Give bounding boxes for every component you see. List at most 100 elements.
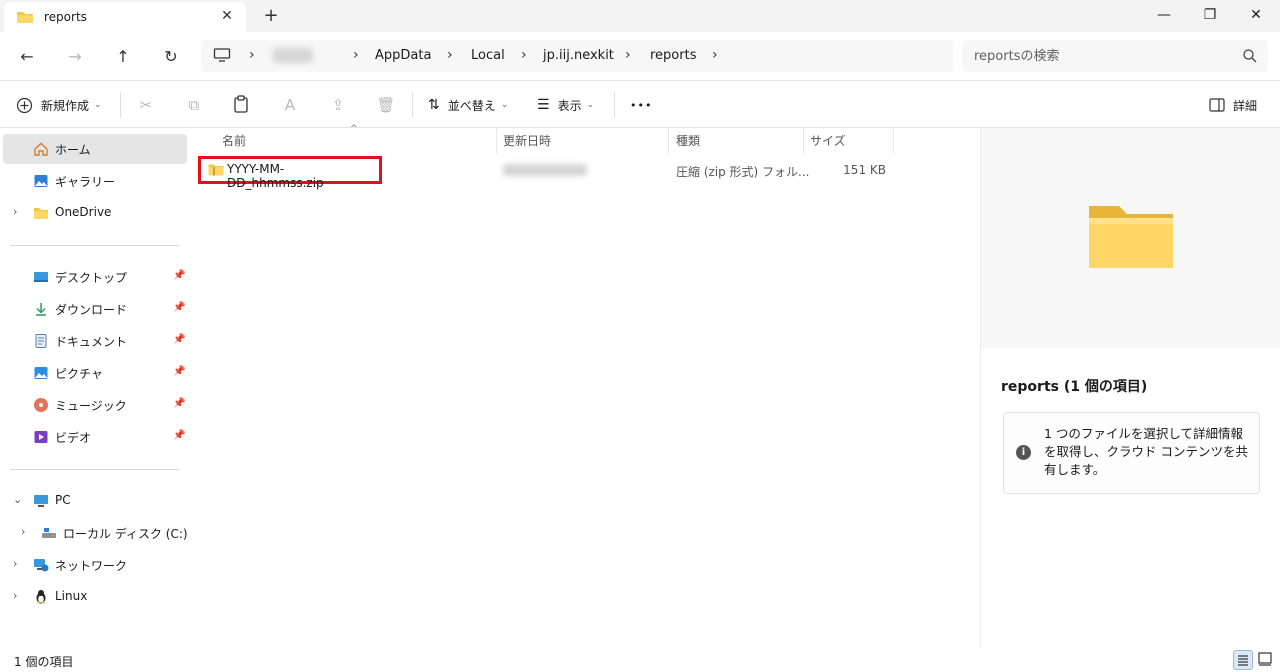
file-type: 圧縮 (zip 形式) フォル... [676, 165, 810, 179]
chevron-right-icon[interactable]: › [21, 525, 25, 538]
sidebar-item-onedrive[interactable]: › OneDrive [3, 198, 187, 228]
search-icon[interactable] [1242, 48, 1258, 64]
sidebar-item-pictures[interactable]: ピクチャ 📌 [3, 358, 187, 388]
breadcrumb-appdata[interactable]: AppData [375, 48, 431, 63]
copy-icon[interactable]: ⧉ [184, 95, 204, 115]
more-options-button[interactable]: ••• [630, 93, 652, 117]
item-count: 1 個の項目 [14, 655, 74, 669]
pin-icon[interactable]: 📌 [173, 334, 185, 345]
music-icon [34, 398, 48, 412]
forward-button[interactable]: → [62, 44, 88, 70]
file-list: ^ 名前 更新日時 種類 サイズ YYYY-MM-DD_hhmmss.zip █… [190, 124, 980, 648]
sidebar-item-music[interactable]: ミュージック 📌 [3, 390, 187, 420]
gallery-icon [34, 175, 48, 187]
pin-icon[interactable]: 📌 [173, 398, 185, 409]
linux-penguin-icon [36, 590, 46, 604]
column-divider[interactable] [803, 128, 804, 154]
folder-icon [17, 12, 33, 23]
sort-icon: ⇅ [428, 97, 440, 113]
sidebar-label-home: ホーム [55, 143, 91, 157]
download-icon [36, 303, 46, 316]
sidebar-label-videos: ビデオ [55, 431, 92, 445]
share-icon[interactable]: ⇪ [328, 95, 348, 115]
search-box[interactable] [962, 40, 1268, 72]
sort-ascending-icon: ^ [350, 124, 358, 134]
tab-reports[interactable]: reports ✕ [4, 2, 246, 32]
delete-icon[interactable]: 🗑 [376, 95, 396, 115]
chevron-down-icon[interactable]: ⌄ [13, 493, 22, 506]
paste-icon[interactable] [231, 94, 251, 114]
chevron-right-icon[interactable]: › [13, 557, 17, 570]
plus-circle-icon [16, 97, 33, 113]
sort-button[interactable]: ⇅ 並べ替え ⌄ [428, 93, 508, 117]
breadcrumb-local[interactable]: Local [471, 48, 505, 63]
column-header-size[interactable]: サイズ [810, 128, 846, 154]
address-bar[interactable]: › ████ › AppData › Local › jp.iij.nexkit… [201, 40, 953, 72]
command-separator [412, 92, 413, 118]
breadcrumb-user[interactable]: ████ [273, 48, 313, 63]
column-header-name[interactable]: 名前 [222, 128, 246, 154]
pin-icon[interactable]: 📌 [173, 430, 185, 441]
sidebar-item-gallery[interactable]: ギャラリー [3, 166, 187, 196]
details-pane-icon [1209, 98, 1225, 112]
close-tab-icon[interactable]: ✕ [217, 6, 237, 26]
close-window-button[interactable]: ✕ [1233, 0, 1279, 32]
info-icon: i [1016, 445, 1031, 460]
preview-area [981, 128, 1280, 348]
sidebar-item-pc[interactable]: ⌄ PC [3, 486, 187, 516]
details-pane-button[interactable]: 詳細 [1209, 93, 1257, 117]
status-bar: 1 個の項目 [0, 648, 1280, 672]
back-button[interactable]: ← [14, 44, 40, 70]
details-view-button[interactable] [1233, 650, 1253, 670]
desktop-icon [34, 272, 48, 282]
breadcrumb-separator: › [249, 47, 255, 63]
column-divider[interactable] [668, 128, 669, 154]
details-title: reports (1 個の項目) [1001, 379, 1148, 395]
chevron-down-icon: ⌄ [586, 100, 595, 110]
column-header-modified[interactable]: 更新日時 [503, 128, 551, 154]
sidebar-item-local-disk[interactable]: › ローカル ディスク (C:) [3, 518, 188, 548]
sidebar-item-documents[interactable]: ドキュメント 📌 [3, 326, 187, 356]
sidebar-item-downloads[interactable]: ダウンロード 📌 [3, 294, 187, 324]
column-divider[interactable] [893, 128, 894, 154]
new-tab-button[interactable]: + [260, 5, 282, 27]
sidebar-label-gallery: ギャラリー [55, 175, 116, 189]
tiles-view-button[interactable] [1256, 650, 1276, 670]
chevron-right-icon[interactable]: › [13, 205, 17, 218]
pin-icon[interactable]: 📌 [173, 366, 185, 377]
zip-folder-icon [208, 164, 224, 176]
minimize-button[interactable]: — [1141, 0, 1187, 32]
file-row[interactable]: YYYY-MM-DD_hhmmss.zip ████/██/██ ██:██ 圧… [198, 156, 968, 190]
maximize-button[interactable]: ❐ [1187, 0, 1233, 32]
pictures-icon [34, 367, 48, 379]
pin-icon[interactable]: 📌 [173, 270, 185, 281]
sidebar-item-videos[interactable]: ビデオ 📌 [3, 422, 187, 452]
file-name[interactable]: YYYY-MM-DD_hhmmss.zip [227, 162, 379, 190]
breadcrumb-separator: › [447, 47, 453, 63]
sidebar-item-home[interactable]: ホーム [3, 134, 187, 164]
breadcrumb-nexkit[interactable]: jp.iij.nexkit [543, 48, 614, 63]
column-divider[interactable] [496, 128, 497, 154]
title-bar: reports ✕ + — ❐ ✕ [0, 0, 1280, 32]
document-icon [35, 334, 47, 348]
file-size: 151 KB [843, 163, 886, 177]
sidebar-label-desktop: デスクトップ [55, 271, 128, 285]
column-header-type[interactable]: 種類 [676, 128, 700, 154]
refresh-button[interactable]: ↻ [158, 44, 184, 70]
sidebar-item-network[interactable]: › ネットワーク [3, 550, 187, 580]
rename-icon[interactable]: A [280, 95, 300, 115]
search-input[interactable] [974, 46, 1234, 66]
pin-icon[interactable]: 📌 [173, 302, 185, 313]
cut-icon[interactable]: ✂ [136, 95, 156, 115]
sidebar-item-desktop[interactable]: デスクトップ 📌 [3, 262, 187, 292]
breadcrumb-separator: › [521, 47, 527, 63]
view-button[interactable]: ☰ 表示 ⌄ [537, 93, 594, 117]
up-button[interactable]: ↑ [110, 44, 136, 70]
file-modified-date: ████/██/██ ██:██ [503, 164, 587, 176]
new-button[interactable]: 新規作成 ⌄ [16, 93, 102, 117]
chevron-right-icon[interactable]: › [13, 589, 17, 602]
sidebar-divider [10, 245, 179, 246]
breadcrumb-separator: › [625, 47, 631, 63]
sidebar-item-linux[interactable]: › Linux [3, 582, 187, 612]
breadcrumb-reports[interactable]: reports [650, 48, 696, 63]
